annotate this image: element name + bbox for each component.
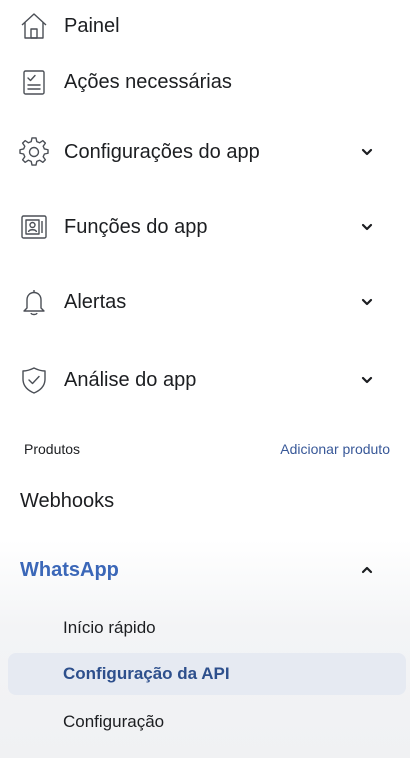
sidebar-item-label: Ações necessárias bbox=[64, 70, 232, 93]
products-section-title: Produtos bbox=[24, 441, 81, 457]
sidebar-item-label: Análise do app bbox=[64, 368, 197, 391]
whatsapp-subitem-inicio-rapido[interactable]: Início rápido bbox=[8, 607, 406, 649]
sidebar-item-painel[interactable]: Painel bbox=[0, 2, 410, 50]
sidebar-item-label: Painel bbox=[64, 14, 120, 37]
bell-icon bbox=[18, 286, 50, 318]
id-card-icon bbox=[18, 211, 50, 243]
sidebar: Painel Ações necessárias Configurações d… bbox=[0, 0, 410, 758]
sidebar-item-funcoes-do-app[interactable]: Funções do app bbox=[0, 203, 410, 251]
sidebar-item-configuracoes-do-app[interactable]: Configurações do app bbox=[0, 128, 410, 176]
gear-icon bbox=[18, 136, 50, 168]
shield-check-icon bbox=[18, 364, 50, 396]
product-item-label: Webhooks bbox=[20, 490, 115, 512]
products-section-header: Produtos Adicionar produto bbox=[0, 438, 410, 462]
chevron-up-icon[interactable] bbox=[358, 561, 376, 579]
subitem-label: Início rápido bbox=[63, 618, 156, 637]
chevron-down-icon[interactable] bbox=[358, 371, 376, 389]
checklist-icon bbox=[18, 66, 50, 98]
sidebar-item-acoes-necessarias[interactable]: Ações necessárias bbox=[0, 58, 410, 106]
chevron-down-icon[interactable] bbox=[358, 293, 376, 311]
add-product-link[interactable]: Adicionar produto bbox=[280, 441, 390, 457]
home-icon bbox=[18, 10, 50, 42]
sidebar-item-alertas[interactable]: Alertas bbox=[0, 278, 410, 326]
subitem-label: Configuração da API bbox=[63, 664, 230, 683]
product-item-label: WhatsApp bbox=[20, 559, 119, 581]
product-item-whatsapp[interactable]: WhatsApp bbox=[0, 550, 410, 590]
whatsapp-subitem-configuracao-da-api[interactable]: Configuração da API bbox=[8, 653, 406, 695]
subitem-label: Configuração bbox=[63, 712, 165, 731]
whatsapp-subitem-configuracao[interactable]: Configuração bbox=[8, 701, 406, 743]
sidebar-item-label: Funções do app bbox=[64, 215, 208, 238]
chevron-down-icon[interactable] bbox=[358, 143, 376, 161]
sidebar-item-label: Configurações do app bbox=[64, 140, 260, 163]
chevron-down-icon[interactable] bbox=[358, 218, 376, 236]
sidebar-item-analise-do-app[interactable]: Análise do app bbox=[0, 356, 410, 404]
product-item-webhooks[interactable]: Webhooks bbox=[0, 481, 410, 521]
sidebar-item-label: Alertas bbox=[64, 290, 127, 313]
